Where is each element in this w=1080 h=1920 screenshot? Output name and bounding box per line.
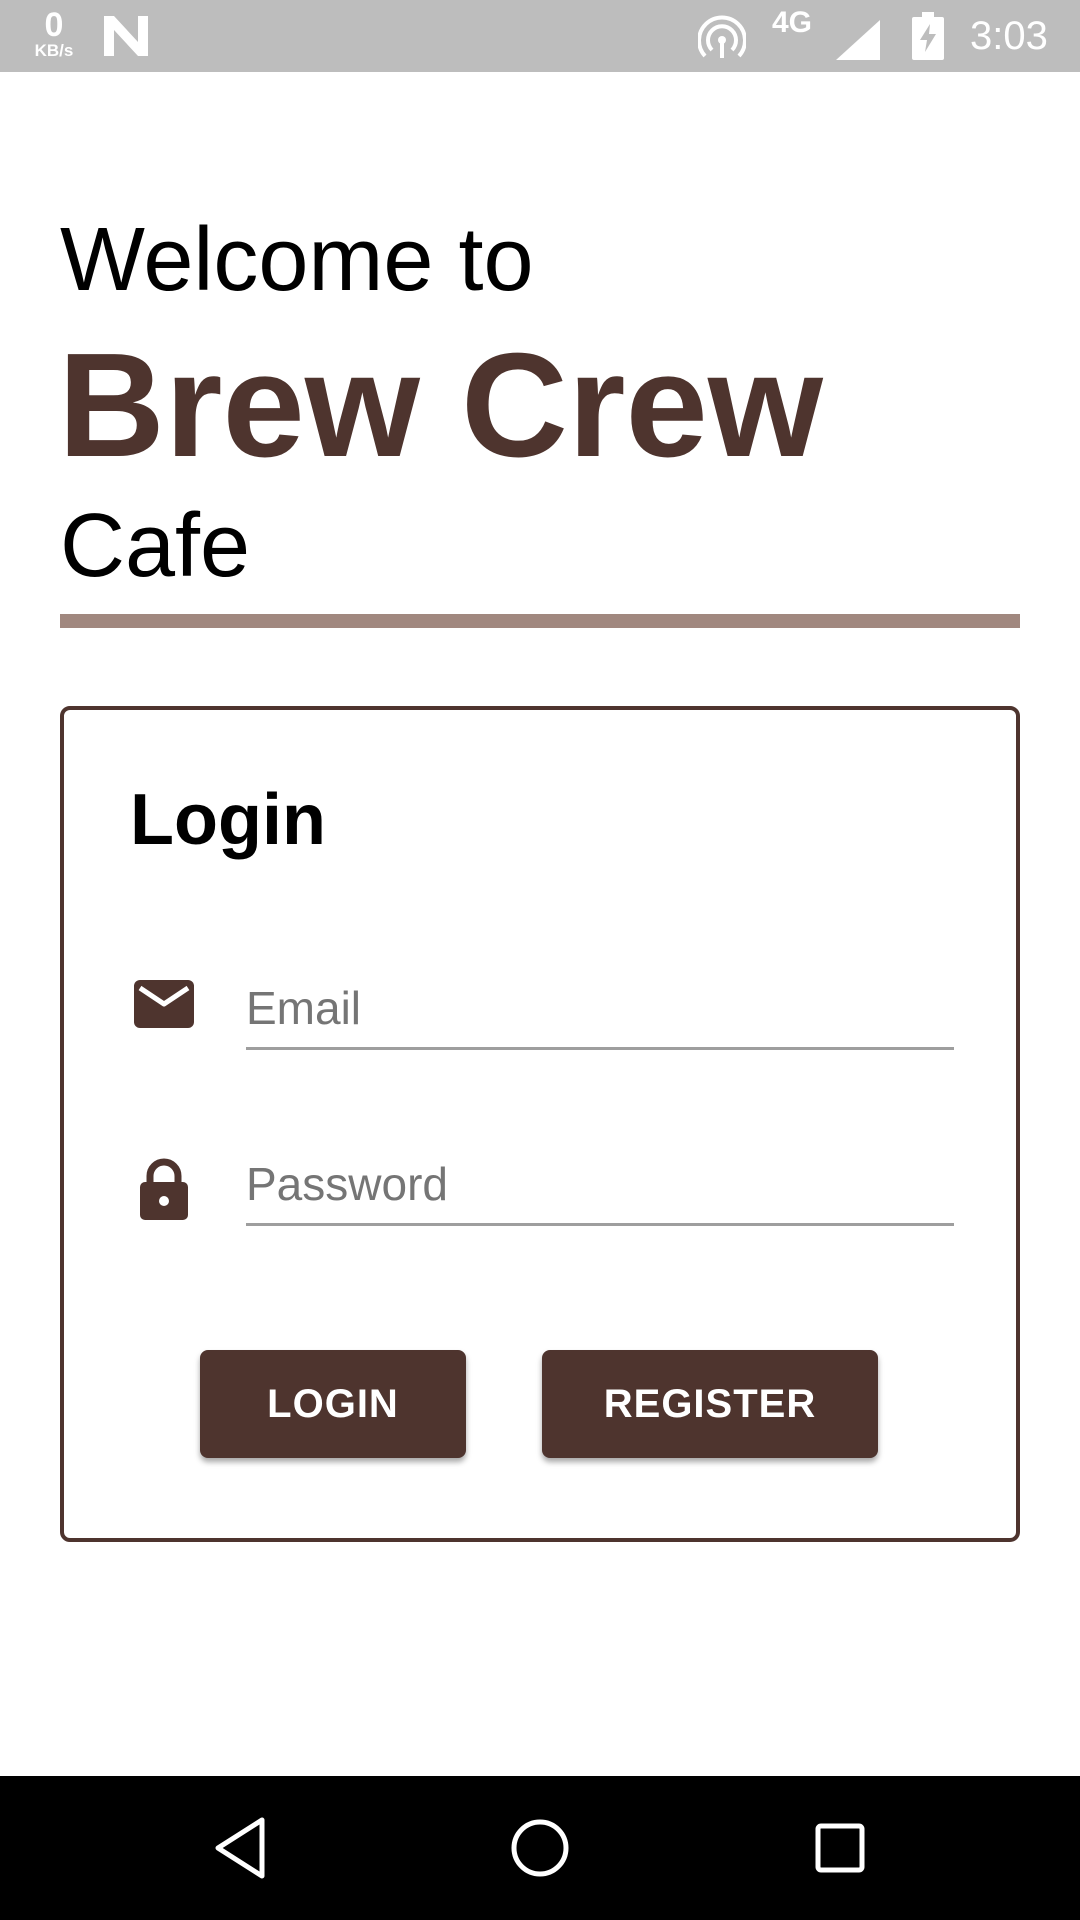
network-type: 4G <box>772 6 813 39</box>
n-icon <box>104 16 148 56</box>
network-speed-indicator: 0 KB/s <box>26 8 82 60</box>
password-field-row <box>64 1136 1016 1276</box>
login-screen: 0 KB/s 4G 3:03 Welcome to Brew Crew Cafe… <box>0 0 1080 1920</box>
hotspot-icon <box>698 15 746 58</box>
recents-icon[interactable] <box>804 1812 876 1884</box>
battery-icon <box>912 12 944 60</box>
login-card: Login LOGIN REGISTER <box>60 706 1020 1542</box>
network-speed-unit: KB/s <box>34 41 74 60</box>
welcome-text: Welcome to <box>60 210 534 310</box>
lock-icon <box>140 1158 188 1220</box>
home-icon[interactable] <box>504 1812 576 1884</box>
network-speed-value: 0 <box>44 6 64 44</box>
register-button[interactable]: REGISTER <box>542 1350 878 1458</box>
status-bar: 0 KB/s 4G 3:03 <box>0 0 1080 72</box>
email-field[interactable] <box>246 960 954 1050</box>
clock: 3:03 <box>970 14 1048 58</box>
envelope-icon <box>134 980 194 1028</box>
brand-title: Brew Crew <box>58 323 823 488</box>
email-field-row <box>64 960 1016 1100</box>
password-field[interactable] <box>246 1136 954 1226</box>
signal-icon <box>836 20 880 60</box>
login-button[interactable]: LOGIN <box>200 1350 466 1458</box>
brand-subtitle: Cafe <box>60 496 251 596</box>
back-icon[interactable] <box>204 1812 276 1884</box>
header-divider <box>60 614 1020 628</box>
navigation-bar <box>0 1776 1080 1920</box>
login-title: Login <box>130 780 326 860</box>
